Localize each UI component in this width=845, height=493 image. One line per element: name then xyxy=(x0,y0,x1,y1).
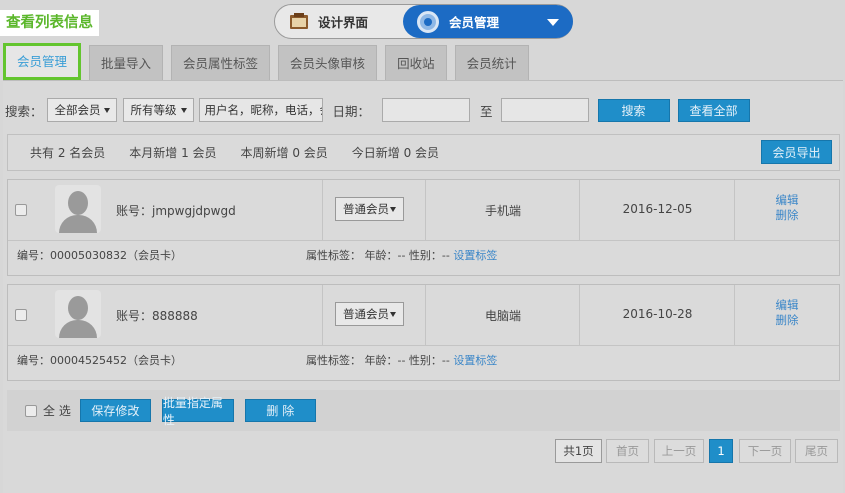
member-register-date: 2016-12-05 xyxy=(622,202,693,216)
dropdown-arrow-icon xyxy=(390,207,396,212)
pagination: 共1页 首页 上一页 1 下一页 尾页 xyxy=(0,439,845,463)
member-checkbox[interactable] xyxy=(15,204,27,216)
tab-member-stats[interactable]: 会员统计 xyxy=(454,45,529,80)
member-ops: 编辑 删除 xyxy=(735,298,839,328)
keyword-placeholder: 用户名，昵称，电话，会 xyxy=(204,103,323,117)
set-tag-link[interactable]: 设置标签 xyxy=(453,354,497,367)
keyword-input[interactable]: 用户名，昵称，电话，会 xyxy=(198,98,323,122)
view-all-button[interactable]: 查看全部 xyxy=(677,98,750,122)
batch-attr-button[interactable]: 批量指定属性 xyxy=(161,396,234,427)
tab-avatar-review[interactable]: 会员头像审核 xyxy=(278,45,378,80)
avatar-head-shape xyxy=(68,296,88,320)
avatar xyxy=(55,290,101,338)
edit-link[interactable]: 编辑 xyxy=(735,193,839,208)
member-manage-button[interactable]: 会员管理 xyxy=(403,5,573,38)
delete-link[interactable]: 删除 xyxy=(735,313,839,328)
design-view-label: 设计界面 xyxy=(318,15,369,30)
member-card: 账号：jmpwgjdpwgd 普通会员 手机端 2016-12-05 编辑 删除… xyxy=(7,179,840,276)
view-switcher: 设计界面 会员管理 xyxy=(274,4,573,39)
search-bar: 搜索： 全部会员 所有等级 用户名，昵称，电话，会 日期： 至 搜索 查看全部 xyxy=(5,97,840,123)
bulk-action-bar: 全 选 保存修改 批量指定属性 删 除 xyxy=(7,390,840,431)
member-stats-bar: 共有 2 名会员 本月新增 1 会员 本周新增 0 会员 今日新增 0 会员 会… xyxy=(7,134,840,171)
member-info-cell: 账号：888888 xyxy=(8,285,323,346)
chevron-down-icon[interactable] xyxy=(547,19,559,26)
page-last-button[interactable]: 尾页 xyxy=(795,439,838,463)
select-all-label: 全 选 xyxy=(43,404,71,418)
member-level-select[interactable]: 普通会员 xyxy=(335,302,404,326)
dropdown-arrow-icon xyxy=(103,108,110,113)
member-id-text: 编号：00005030832（会员卡） xyxy=(17,249,182,262)
member-row-main: 账号：jmpwgjdpwgd 普通会员 手机端 2016-12-05 编辑 删除 xyxy=(8,180,839,241)
tab-member-manage[interactable]: 会员管理 xyxy=(3,43,82,80)
member-checkbox[interactable] xyxy=(15,309,27,321)
week-new-members: 本周新增 0 会员 xyxy=(240,146,328,160)
member-attr-row: 属性标签： 年龄：-- 性别：-- 设置标签 xyxy=(306,247,497,263)
date-to-label: 至 xyxy=(480,103,493,119)
dropdown-arrow-icon xyxy=(390,312,396,317)
member-filter-select[interactable]: 全部会员 xyxy=(46,98,117,122)
level-filter-value: 所有等级 xyxy=(130,103,177,117)
member-filter-value: 全部会员 xyxy=(54,103,101,117)
avatar xyxy=(55,185,101,233)
member-account: 账号：888888 xyxy=(116,309,198,323)
avatar-body-shape xyxy=(59,215,97,233)
level-filter-select[interactable]: 所有等级 xyxy=(122,98,194,122)
tab-batch-import[interactable]: 批量导入 xyxy=(89,45,164,80)
month-new-members: 本月新增 1 会员 xyxy=(129,146,217,160)
page-first-button[interactable]: 首页 xyxy=(606,439,649,463)
search-label: 搜索： xyxy=(5,103,43,119)
date-label: 日期： xyxy=(332,103,371,119)
member-attr-row: 属性标签： 年龄：-- 性别：-- 设置标签 xyxy=(306,352,497,368)
avatar-head-shape xyxy=(68,191,88,215)
page-prev-button[interactable]: 上一页 xyxy=(654,439,704,463)
page-total: 共1页 xyxy=(555,439,602,463)
member-ops: 编辑 删除 xyxy=(735,193,839,223)
total-members: 共有 2 名会员 xyxy=(30,146,106,160)
save-changes-button[interactable]: 保存修改 xyxy=(79,399,151,422)
select-all-checkbox[interactable] xyxy=(25,404,37,417)
design-view-button[interactable]: 设计界面 xyxy=(275,5,403,38)
export-members-button[interactable]: 会员导出 xyxy=(761,140,832,164)
delete-button[interactable]: 删 除 xyxy=(244,399,316,422)
member-register-date: 2016-10-28 xyxy=(622,307,693,321)
delete-link[interactable]: 删除 xyxy=(735,208,839,223)
hint-label: 查看列表信息 xyxy=(0,10,99,36)
date-from-input[interactable] xyxy=(382,98,471,122)
member-attr-text: 属性标签： 年龄：-- 性别：-- xyxy=(306,354,450,367)
member-manage-label: 会员管理 xyxy=(449,15,500,30)
member-level-value: 普通会员 xyxy=(343,202,389,216)
member-id-text: 编号：00004525452（会员卡） xyxy=(17,354,182,367)
member-client: 电脑端 xyxy=(484,309,521,323)
tab-attribute-tags[interactable]: 会员属性标签 xyxy=(171,45,271,80)
avatar-body-shape xyxy=(59,320,97,338)
member-account: 账号：jmpwgjdpwgd xyxy=(116,204,236,218)
search-button[interactable]: 搜索 xyxy=(597,98,670,122)
member-info-cell: 账号：jmpwgjdpwgd xyxy=(8,180,323,241)
today-new-members: 今日新增 0 会员 xyxy=(351,146,440,160)
gear-icon xyxy=(417,10,439,33)
page-current-button[interactable]: 1 xyxy=(709,439,733,463)
member-level-value: 普通会员 xyxy=(343,307,389,321)
dropdown-arrow-icon xyxy=(180,108,187,113)
page-next-button[interactable]: 下一页 xyxy=(739,439,791,463)
edit-link[interactable]: 编辑 xyxy=(735,298,839,313)
member-card: 账号：888888 普通会员 电脑端 2016-10-28 编辑 删除 编号：0… xyxy=(7,284,840,381)
member-attr-text: 属性标签： 年龄：-- 性别：-- xyxy=(306,249,450,262)
date-to-input[interactable] xyxy=(500,98,589,122)
member-row-main: 账号：888888 普通会员 电脑端 2016-10-28 编辑 删除 xyxy=(8,285,839,346)
member-level-select[interactable]: 普通会员 xyxy=(335,197,404,221)
tab-recycle-bin[interactable]: 回收站 xyxy=(385,45,447,80)
member-client: 手机端 xyxy=(484,204,521,218)
tab-bar: 会员管理 批量导入 会员属性标签 会员头像审核 回收站 会员统计 xyxy=(3,43,537,80)
set-tag-link[interactable]: 设置标签 xyxy=(453,249,497,262)
design-icon xyxy=(289,13,309,30)
